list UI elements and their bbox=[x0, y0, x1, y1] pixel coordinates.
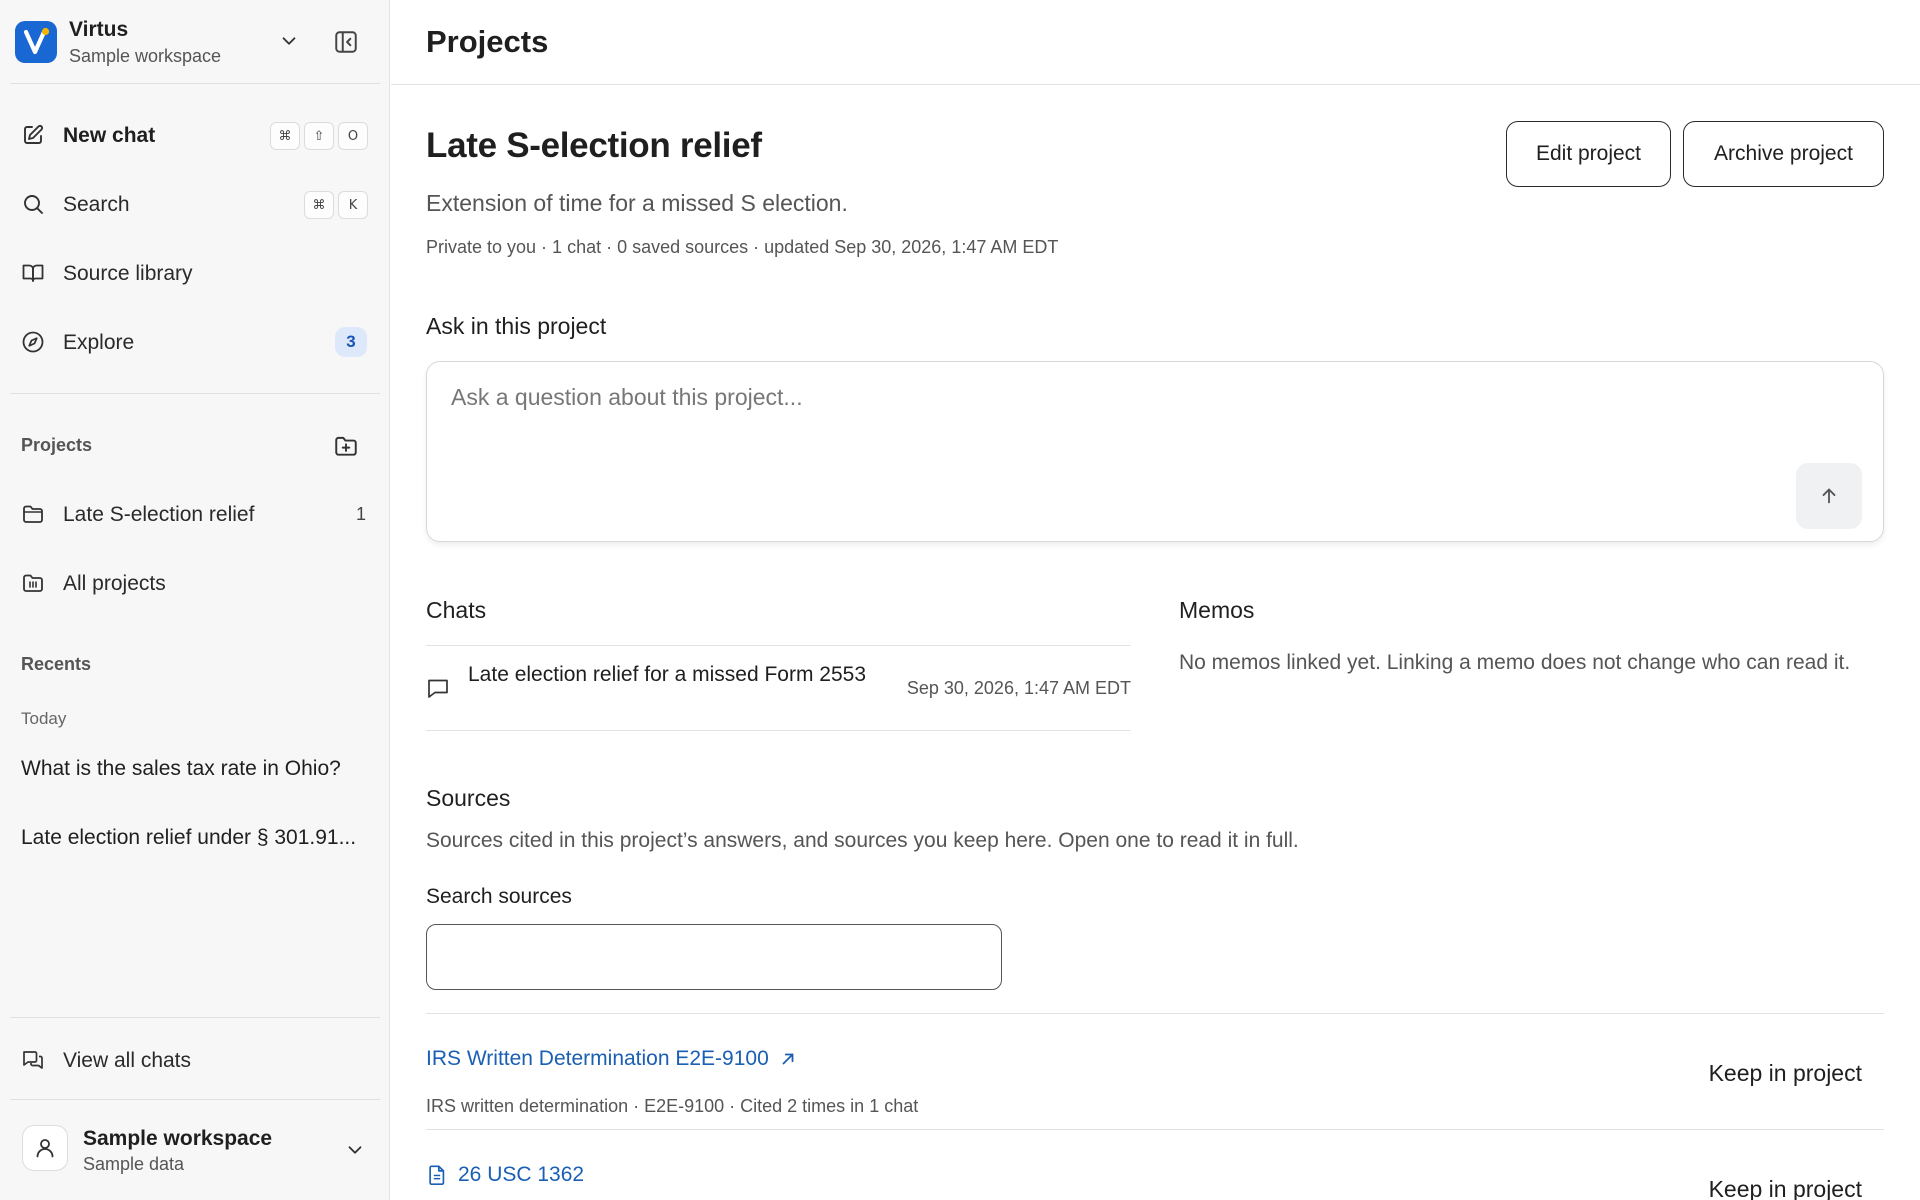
sidebar-item-new-chat[interactable]: New chat ⌘ ⇧ O bbox=[10, 107, 380, 163]
divider bbox=[10, 393, 380, 394]
chat-row[interactable]: Late election relief for a missed Form 2… bbox=[426, 645, 1131, 731]
chevron-down-icon bbox=[348, 1146, 362, 1154]
divider bbox=[10, 1017, 380, 1018]
document-icon bbox=[429, 1165, 445, 1185]
edit-icon bbox=[24, 125, 43, 144]
edit-project-button[interactable]: Edit project bbox=[1506, 121, 1671, 187]
source-title: 26 USC 1362 bbox=[458, 1163, 585, 1186]
kbd-key: ⇧ bbox=[304, 122, 334, 150]
project-description: Extension of time for a missed S electio… bbox=[426, 190, 848, 216]
shortcut-hint: ⌘ K bbox=[304, 191, 368, 219]
workspace-logo bbox=[15, 21, 57, 63]
kbd-key: O bbox=[338, 122, 368, 150]
main-content: Projects Late S-election relief Edit pro… bbox=[391, 0, 1920, 1200]
chats-heading: Chats bbox=[426, 597, 487, 623]
sidebar-collapse-icon[interactable] bbox=[333, 29, 359, 55]
sidebar-item-search[interactable]: Search ⌘ K bbox=[10, 176, 380, 232]
keep-in-project-button[interactable]: Keep in project bbox=[1709, 1176, 1862, 1200]
ask-input[interactable] bbox=[451, 384, 1751, 411]
new-folder-icon[interactable] bbox=[333, 433, 359, 459]
arrow-up-icon bbox=[1822, 488, 1836, 504]
project-meta: Private to you · 1 chat · 0 saved source… bbox=[426, 237, 1059, 257]
source-link[interactable]: IRS Written Determination E2E-9100 bbox=[426, 1047, 797, 1071]
chats-icon bbox=[23, 1051, 43, 1069]
divider bbox=[10, 83, 380, 84]
sources-heading: Sources bbox=[426, 785, 511, 811]
keep-in-project-button[interactable]: Keep in project bbox=[1709, 1060, 1862, 1087]
memos-heading: Memos bbox=[1179, 597, 1255, 623]
sidebar-item-explore[interactable]: Explore 3 bbox=[10, 314, 380, 370]
sidebar-item-label: Search bbox=[63, 193, 130, 216]
project-title: Late S-election relief bbox=[426, 126, 762, 165]
shortcut-hint: ⌘ ⇧ O bbox=[270, 122, 368, 150]
page-title: Projects bbox=[426, 24, 549, 59]
source-row: IRS Written Determination E2E-9100 IRS w… bbox=[426, 1013, 1884, 1129]
kbd-key: ⌘ bbox=[304, 191, 334, 219]
book-icon bbox=[22, 264, 44, 282]
source-title: IRS Written Determination E2E-9100 bbox=[426, 1047, 769, 1070]
ask-heading: Ask in this project bbox=[426, 313, 607, 339]
sidebar-item-all-projects[interactable]: All projects bbox=[10, 555, 380, 611]
source-meta: IRS written determination · E2E-9100 · C… bbox=[426, 1096, 919, 1116]
chevron-down-icon[interactable] bbox=[278, 30, 300, 52]
send-button[interactable] bbox=[1796, 463, 1862, 529]
search-icon bbox=[24, 195, 43, 214]
recent-chat-item[interactable]: Late election relief under § 301.91... bbox=[21, 826, 371, 850]
explore-count-badge: 3 bbox=[335, 327, 367, 357]
archive-project-button[interactable]: Archive project bbox=[1683, 121, 1884, 187]
sidebar-item-project-late-s-election[interactable]: Late S-election relief 1 bbox=[10, 486, 380, 542]
kbd-key: K bbox=[338, 191, 368, 219]
user-subtitle: Sample data bbox=[83, 1154, 185, 1174]
sidebar-item-label: New chat bbox=[63, 124, 156, 147]
folders-icon bbox=[23, 574, 43, 592]
sidebar-item-label: View all chats bbox=[63, 1049, 192, 1072]
kbd-key: ⌘ bbox=[270, 122, 300, 150]
memos-empty-state: No memos linked yet. Linking a memo does… bbox=[1179, 651, 1851, 674]
source-row: 26 USC 1362 Keep in project bbox=[426, 1129, 1884, 1200]
compass-icon bbox=[22, 331, 44, 353]
top-bar: Projects bbox=[391, 0, 1920, 85]
source-link[interactable]: 26 USC 1362 bbox=[426, 1163, 584, 1187]
sidebar-item-label: Late S-election relief bbox=[63, 503, 255, 526]
recent-chat-item[interactable]: What is the sales tax rate in Ohio? bbox=[21, 757, 371, 781]
sidebar: Virtus Sample workspace New chat ⌘ ⇧ O S… bbox=[0, 0, 390, 1200]
folder-icon bbox=[23, 505, 43, 523]
recents-heading: Recents bbox=[21, 654, 92, 674]
user-icon bbox=[36, 1139, 54, 1158]
chat-title: Late election relief for a missed Form 2… bbox=[468, 663, 867, 686]
sidebar-item-label: Explore bbox=[63, 331, 135, 354]
user-name: Sample workspace bbox=[83, 1127, 273, 1150]
sidebar-item-view-all-chats[interactable]: View all chats bbox=[10, 1032, 380, 1088]
ask-composer bbox=[426, 361, 1884, 542]
chat-timestamp: Sep 30, 2026, 1:47 AM EDT bbox=[906, 678, 1131, 698]
workspace-switcher[interactable]: Virtus Sample workspace bbox=[0, 0, 390, 84]
search-sources-input[interactable] bbox=[426, 924, 1002, 990]
sources-description: Sources cited in this project’s answers,… bbox=[426, 829, 1299, 852]
sidebar-item-label: All projects bbox=[63, 572, 166, 595]
search-sources-label: Search sources bbox=[426, 885, 572, 908]
projects-heading: Projects bbox=[21, 435, 93, 455]
workspace-name: Virtus bbox=[69, 18, 129, 41]
project-chat-count: 1 bbox=[355, 504, 366, 524]
user-menu[interactable]: Sample workspace Sample data bbox=[10, 1100, 380, 1200]
external-link-icon bbox=[782, 1053, 794, 1065]
avatar bbox=[22, 1125, 68, 1171]
today-heading: Today bbox=[21, 709, 67, 728]
workspace-subtitle: Sample workspace bbox=[69, 46, 222, 66]
chat-bubble-icon bbox=[428, 679, 448, 698]
sidebar-item-label: Source library bbox=[63, 262, 193, 285]
sidebar-item-source-library[interactable]: Source library bbox=[10, 245, 380, 301]
